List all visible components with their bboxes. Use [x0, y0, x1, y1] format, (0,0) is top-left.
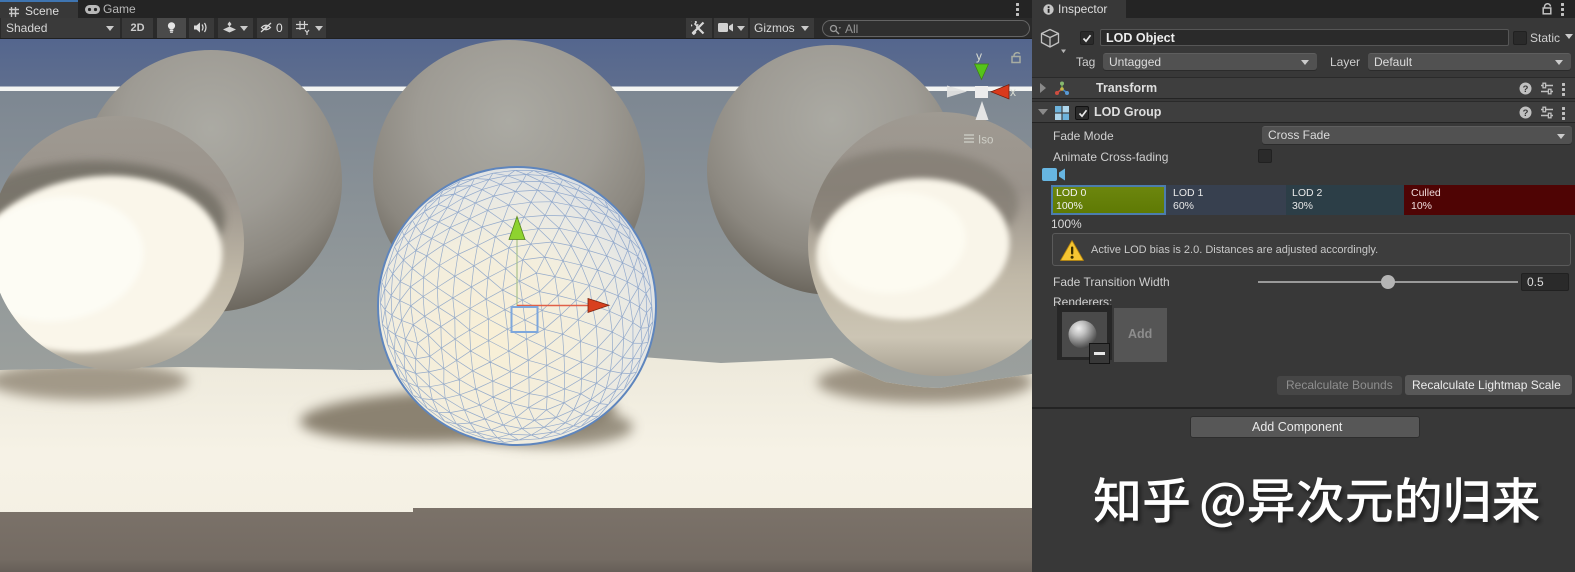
svg-text:x: x	[1010, 85, 1016, 99]
svg-text:Iso: Iso	[978, 135, 993, 147]
svg-text:?: ?	[1523, 108, 1529, 119]
svg-text:y: y	[976, 49, 982, 63]
svg-text:?: ?	[1523, 84, 1529, 95]
